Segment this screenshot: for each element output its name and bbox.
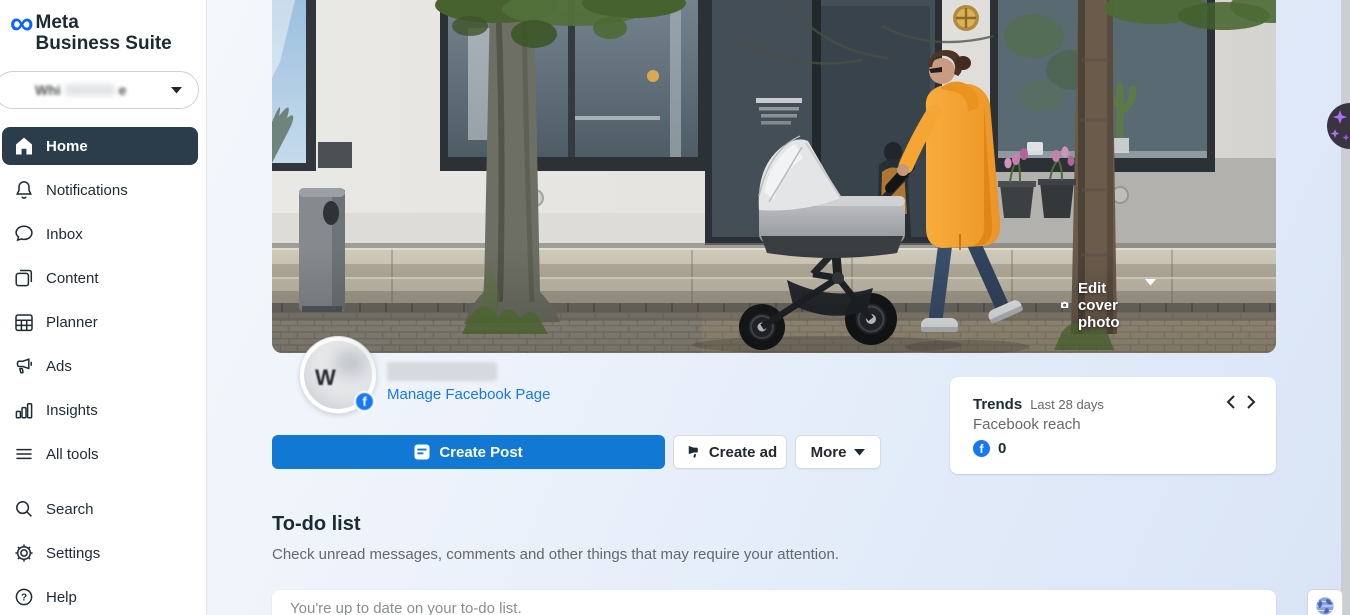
trends-title: Trends bbox=[973, 396, 1022, 413]
todo-list-subtitle: Check unread messages, comments and othe… bbox=[272, 546, 839, 563]
create-ad-button[interactable]: Create ad bbox=[673, 435, 787, 469]
sparkles-icon bbox=[1327, 103, 1350, 149]
manage-facebook-page-link[interactable]: Manage Facebook Page bbox=[387, 386, 550, 403]
sidebar-item-inbox[interactable]: Inbox bbox=[2, 212, 198, 256]
chat-bubble-icon bbox=[12, 222, 36, 246]
edit-cover-photo-button[interactable]: Edit cover photo bbox=[1060, 279, 1226, 331]
globe-icon bbox=[1314, 595, 1336, 615]
sidebar-item-search[interactable]: Search bbox=[2, 487, 198, 531]
sidebar-item-settings[interactable]: Settings bbox=[2, 531, 198, 575]
avatar-blur bbox=[335, 350, 365, 376]
camera-icon bbox=[1060, 301, 1069, 309]
svg-text:?: ? bbox=[21, 593, 27, 604]
blurred-page-name bbox=[64, 84, 116, 96]
sidebar-nav: Home Notifications Inbox Content bbox=[2, 124, 198, 476]
chevron-left-icon[interactable] bbox=[1226, 395, 1235, 409]
megaphone-icon bbox=[683, 443, 701, 461]
sidebar: ∞ MetaBusiness Suite Whi e Home Notif bbox=[0, 0, 207, 615]
globe-button[interactable] bbox=[1307, 589, 1343, 615]
post-icon bbox=[414, 444, 430, 460]
logo-text: MetaBusiness Suite bbox=[36, 8, 172, 54]
sidebar-item-notifications[interactable]: Notifications bbox=[2, 168, 198, 212]
trends-card: Trends Last 28 days Facebook reach f 0 bbox=[950, 377, 1276, 474]
page-avatar[interactable]: W f bbox=[300, 337, 376, 413]
meta-business-suite-logo[interactable]: ∞ MetaBusiness Suite bbox=[10, 8, 172, 54]
megaphone-icon bbox=[12, 354, 36, 378]
meta-infinity-icon: ∞ bbox=[10, 8, 32, 54]
create-post-button[interactable]: Create Post bbox=[272, 435, 665, 469]
sidebar-item-home[interactable]: Home bbox=[2, 127, 198, 165]
todo-list-title: To-do list bbox=[272, 513, 361, 536]
more-button[interactable]: More bbox=[795, 435, 881, 469]
sidebar-item-ads[interactable]: Ads bbox=[2, 344, 198, 388]
calendar-icon bbox=[12, 310, 36, 334]
business-page-selector[interactable]: Whi e bbox=[0, 71, 199, 109]
trends-period: Last 28 days bbox=[1030, 397, 1104, 412]
facebook-icon: f bbox=[973, 440, 990, 457]
gear-icon bbox=[12, 541, 36, 565]
chevron-down-icon bbox=[171, 81, 182, 99]
ai-assistant-button[interactable] bbox=[1327, 103, 1350, 149]
sidebar-footer-nav: Search Settings ? Help bbox=[2, 487, 198, 615]
sidebar-item-all-tools[interactable]: All tools bbox=[2, 432, 198, 476]
chevron-right-icon[interactable] bbox=[1247, 395, 1256, 409]
todo-list-card: You're up to date on your to-do list. bbox=[272, 590, 1276, 615]
sidebar-item-content[interactable]: Content bbox=[2, 256, 198, 300]
page-selector-text: Whi bbox=[35, 82, 61, 98]
chevron-down-icon bbox=[1145, 279, 1226, 331]
page-name-blurred bbox=[387, 362, 497, 381]
facebook-badge-icon: f bbox=[354, 391, 375, 412]
help-icon: ? bbox=[12, 585, 36, 609]
chevron-down-icon bbox=[854, 449, 865, 456]
cover-photo: Edit cover photo bbox=[272, 0, 1276, 353]
scrollbar-track[interactable] bbox=[1341, 0, 1350, 615]
bar-chart-icon bbox=[12, 398, 36, 422]
meta-business-suite-app: ∞ MetaBusiness Suite Whi e Home Notif bbox=[0, 0, 1350, 615]
avatar-letter: W bbox=[315, 365, 336, 391]
content-icon bbox=[12, 266, 36, 290]
sidebar-item-planner[interactable]: Planner bbox=[2, 300, 198, 344]
todo-empty-message: You're up to date on your to-do list. bbox=[290, 600, 522, 615]
hamburger-icon bbox=[12, 442, 36, 466]
search-icon bbox=[12, 497, 36, 521]
sidebar-item-insights[interactable]: Insights bbox=[2, 388, 198, 432]
sidebar-item-help[interactable]: ? Help bbox=[2, 575, 198, 615]
bell-icon bbox=[12, 178, 36, 202]
facebook-reach-value: 0 bbox=[998, 440, 1006, 457]
trends-metric: Facebook reach bbox=[973, 416, 1256, 433]
home-icon bbox=[12, 134, 36, 158]
